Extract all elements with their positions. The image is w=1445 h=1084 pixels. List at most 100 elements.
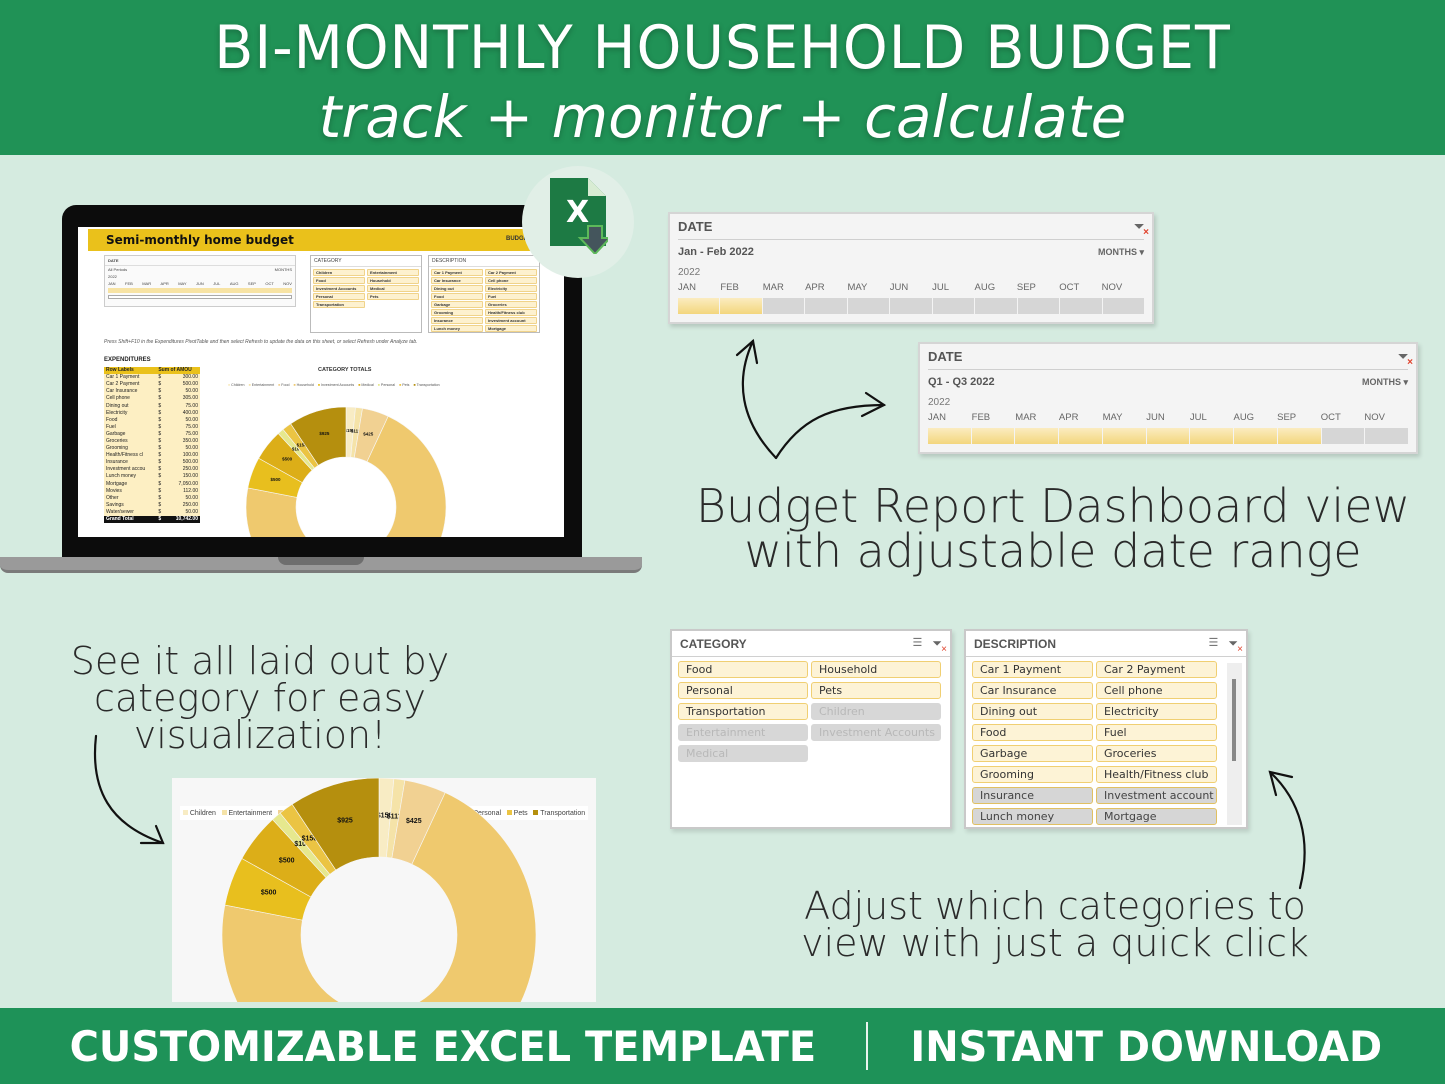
month-bar[interactable] [932,298,975,314]
category-item[interactable]: Entertainment [678,724,808,741]
category-item[interactable]: Personal [678,682,808,699]
mini-description-item[interactable]: Investment account [485,317,537,324]
description-item[interactable]: Insurance [972,787,1093,804]
month-bar[interactable] [1102,428,1146,444]
description-item[interactable]: Car 1 Payment [972,661,1093,678]
mini-category-item[interactable]: Children [313,269,365,276]
month-bar[interactable] [1321,428,1365,444]
description-item[interactable]: Car Insurance [972,682,1093,699]
date-slicer-jan-feb[interactable]: DATE ⏷ Jan - Feb 2022 MONTHS ▾ 2022 JAN FEB… [668,212,1154,324]
mini-description-item[interactable]: Food [431,293,483,300]
description-item[interactable]: Electricity [1096,703,1217,720]
month-bar[interactable] [805,298,847,314]
mini-description-item[interactable]: Electricity [485,285,537,292]
mini-category-item[interactable]: Household [367,277,419,284]
category-item[interactable]: Household [811,661,941,678]
pivot-row: Grooming $50.00 [104,445,200,453]
month-bar[interactable] [1190,428,1234,444]
month-bar[interactable] [847,298,890,314]
description-item[interactable]: Lunch money [972,808,1093,825]
date-slicer-q1-q3[interactable]: DATE ⏷ Q1 - Q3 2022 MONTHS ▾ 2022 JAN FEB MA… [918,342,1418,454]
mini-category-item[interactable]: Personal [313,293,365,300]
description-item[interactable]: Cell phone [1096,682,1217,699]
month-bar[interactable] [890,298,932,314]
timeline-bars[interactable] [928,428,1409,444]
mini-date-timeline-bar[interactable] [108,288,292,293]
description-item[interactable]: Garbage [972,745,1093,762]
mini-description-item[interactable]: Health/Fitness club [485,309,537,316]
clear-filter-icon[interactable]: ⏷ [1228,636,1242,655]
mini-description-item[interactable]: Grooming [431,309,483,316]
mini-date-scrollbar[interactable] [108,295,292,299]
pivot-row: Food $50.00 [104,416,200,424]
pivot-amount: 250.00 [164,501,200,509]
month-bar[interactable] [762,298,805,314]
month-bar[interactable] [678,298,720,314]
multi-select-icon[interactable]: ☰ [1209,636,1219,651]
month-bar[interactable] [1146,428,1190,444]
category-item[interactable]: Children [811,703,941,720]
month-bar[interactable] [1234,428,1277,444]
mini-description-item[interactable]: Groceries [485,301,537,308]
pivot-row-label: Grooming [104,445,157,453]
category-item[interactable]: Pets [811,682,941,699]
mini-category-item[interactable]: Food [313,277,365,284]
mini-description-item[interactable]: Car Insurance [431,277,483,284]
month-bar[interactable] [1015,428,1059,444]
mini-category-item[interactable]: Transportation [313,301,365,308]
description-item[interactable]: Grooming [972,766,1093,783]
pivot-amount: 112.00 [164,487,200,495]
mini-description-item[interactable]: Lunch money [431,325,483,332]
description-item[interactable]: Fuel [1096,724,1217,741]
description-item[interactable]: Dining out [972,703,1093,720]
mini-description-item[interactable]: Car 1 Payment [431,269,483,276]
mini-date-slicer[interactable]: DATE All Periods MONTHS 2022 JAN FEB MAR APR… [104,255,296,307]
mini-description-item[interactable]: Mortgage [485,325,537,332]
mini-description-item[interactable]: Dining out [431,285,483,292]
month-bar[interactable] [1060,298,1102,314]
time-level-dropdown[interactable]: MONTHS ▾ [1098,247,1144,258]
mini-month-label: NOV [283,281,292,286]
description-item[interactable]: Investment account [1096,787,1217,804]
clear-filter-icon[interactable]: ⏷ [1134,219,1148,238]
month-bar[interactable] [928,428,971,444]
mini-category-item[interactable]: Pets [367,293,419,300]
timeline-bars[interactable] [678,298,1144,314]
mini-description-item[interactable]: Fuel [485,293,537,300]
month-bar[interactable] [971,428,1015,444]
mini-category-item[interactable]: Investment Accounts [313,285,365,292]
month-bar[interactable] [1017,298,1060,314]
arrowhead-right-icon [860,391,887,418]
clear-filter-icon[interactable]: ⏷ [1398,349,1412,368]
category-item[interactable]: Investment Accounts [811,724,941,741]
mini-description-item[interactable]: Insurance [431,317,483,324]
month-bar[interactable] [1059,428,1102,444]
description-scrollbar[interactable] [1227,663,1242,825]
mini-category-item[interactable]: Entertainment [367,269,419,276]
description-item[interactable]: Food [972,724,1093,741]
category-item[interactable]: Medical [678,745,808,762]
description-item[interactable]: Mortgage [1096,808,1217,825]
mini-description-item[interactable]: Car 2 Payment [485,269,537,276]
legend-label: Food [281,383,290,387]
description-item[interactable]: Health/Fitness club [1096,766,1217,783]
scrollbar-thumb[interactable] [1232,679,1236,761]
multi-select-icon[interactable]: ☰ [913,636,923,651]
month-bar[interactable] [720,298,762,314]
pivot-row-labels-header[interactable]: Row Labels [104,367,157,375]
mini-date-level[interactable]: MONTHS [275,267,292,272]
description-item[interactable]: Car 2 Payment [1096,661,1217,678]
clear-filter-icon[interactable]: ⏷ [932,636,946,655]
category-item[interactable]: Transportation [678,703,808,720]
month-bar[interactable] [1365,428,1409,444]
month-bar[interactable] [975,298,1017,314]
pivot-row: Lunch money $150.00 [104,473,200,481]
category-item[interactable]: Food [678,661,808,678]
mini-description-item[interactable]: Garbage [431,301,483,308]
description-item[interactable]: Groceries [1096,745,1217,762]
time-level-dropdown[interactable]: MONTHS ▾ [1362,377,1408,388]
month-bar[interactable] [1102,298,1144,314]
mini-category-item[interactable]: Medical [367,285,419,292]
mini-description-item[interactable]: Cell phone [485,277,537,284]
month-bar[interactable] [1277,428,1321,444]
